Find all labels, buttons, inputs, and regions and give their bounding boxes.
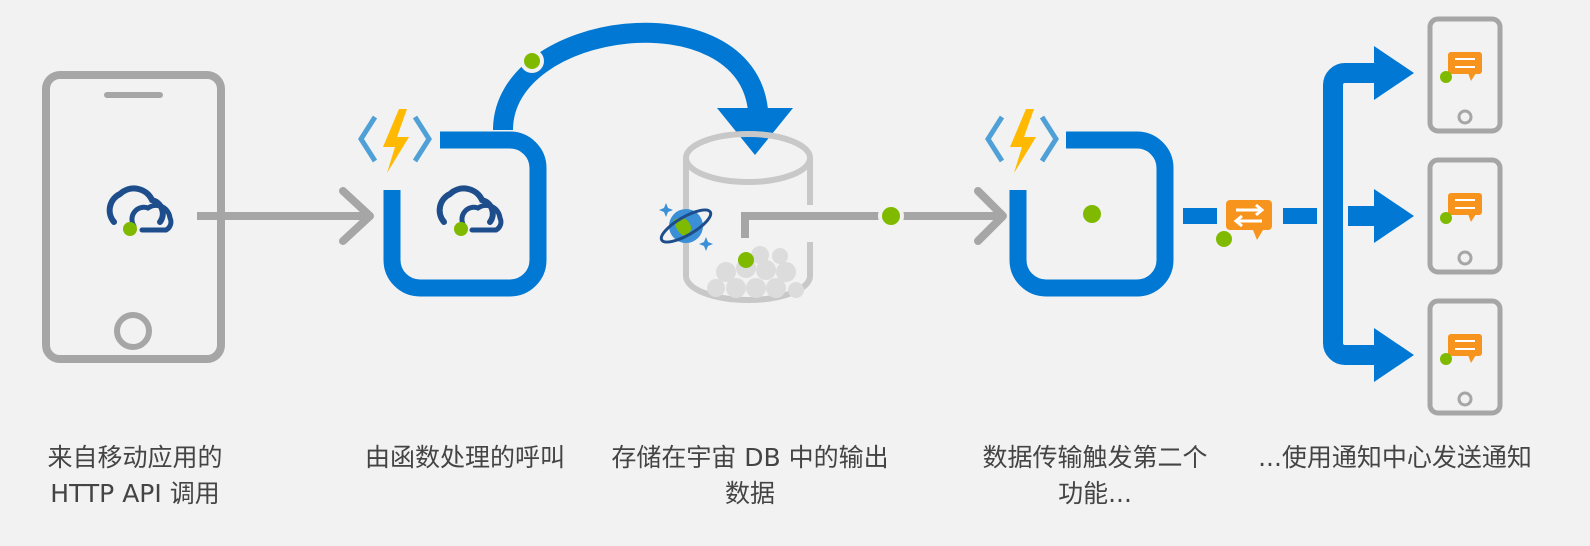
- caption-step-2-line-1: 由函数处理的呼叫: [364, 443, 565, 472]
- arrow-database-to-function: [741, 187, 1007, 245]
- function-container-2: [1009, 131, 1174, 297]
- azure-function-icon: [985, 109, 1059, 173]
- caption-step-4: 数据传输触发第二个 功能...: [965, 440, 1225, 512]
- notification-hub-icon: [1448, 52, 1482, 81]
- caption-step-1-line-2: HTTP API 调用: [50, 479, 220, 508]
- data-bubbles: [707, 246, 804, 298]
- caption-step-5: ...使用通知中心发送通知: [1240, 440, 1550, 476]
- caption-step-4-line-1: 数据传输触发第二个: [982, 443, 1208, 472]
- notification-hub-icon: [1216, 200, 1272, 247]
- caption-step-3: 存储在宇宙 DB 中的输出 数据: [600, 440, 900, 512]
- caption-step-2: 由函数处理的呼叫: [345, 440, 585, 476]
- caption-step-3-line-2: 数据: [724, 479, 775, 508]
- cloud-api-icon: [436, 185, 504, 236]
- caption-step-1: 来自移动应用的 HTTP API 调用: [20, 440, 250, 512]
- notification-hub-icon: [1448, 334, 1482, 363]
- cloud-api-icon: [106, 185, 174, 236]
- device-phone-icon: [1427, 298, 1503, 416]
- notification-hub-icon: [1448, 193, 1482, 222]
- caption-step-3-line-1: 存储在宇宙 DB 中的输出: [611, 443, 889, 472]
- fanout-arrows: [1323, 46, 1414, 382]
- device-phone-icon: [1427, 16, 1503, 134]
- azure-function-icon: [358, 109, 432, 173]
- caption-step-4-line-2: 功能...: [1058, 479, 1132, 508]
- caption-step-1-line-1: 来自移动应用的: [47, 443, 223, 472]
- caption-step-5-line-1: ...使用通知中心发送通知: [1258, 443, 1532, 472]
- device-phone-icon: [1427, 157, 1503, 275]
